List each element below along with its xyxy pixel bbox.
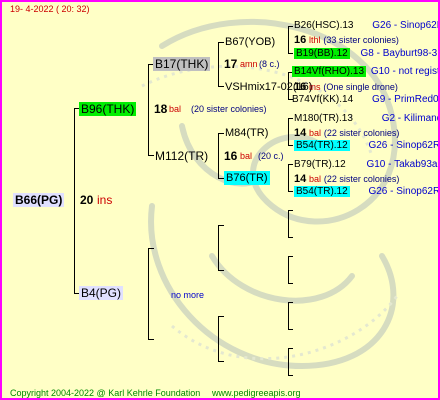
connector-line: [148, 155, 154, 156]
gen4-line-code: bal: [309, 174, 322, 184]
connector-line: [288, 375, 293, 376]
gen4-info: G26 - Sinop62R: [368, 186, 440, 197]
footer-copyright: Copyright 2004-2022 @ Karl Kehrle Founda…: [10, 388, 201, 398]
root-year-number: 20: [80, 193, 94, 207]
gen4-info: G26 - Sinop62R: [372, 20, 440, 31]
connector-line: [288, 118, 293, 119]
sire-sister-note: (20 sister colonies): [191, 104, 267, 114]
connector-line: [218, 133, 219, 179]
report-date: 19- 4-2022 ( 20: 32): [10, 4, 90, 14]
gen4-info: G2 - KilimandQ: [381, 113, 438, 124]
gen4-line-code: ins: [309, 82, 321, 92]
connector-line: [288, 210, 293, 211]
connector-line: [288, 302, 289, 330]
gen4-row-4: B14Vf(RHO).13 G10 - not registe: [292, 65, 440, 79]
gen4-row-10: B79(TR).12 G10 - Takab93aR: [294, 158, 440, 172]
connector-line: [218, 316, 224, 317]
gen3-name-1[interactable]: B67(YOB): [225, 35, 275, 49]
connector-line: [288, 329, 293, 330]
gen4-line-code: bal: [309, 128, 322, 138]
connector-line: [288, 164, 293, 165]
connector-line: [288, 348, 293, 349]
dam-no-more-note: no more: [171, 290, 205, 300]
connector-line: [218, 270, 224, 271]
dam-queen-name[interactable]: B4(PG): [79, 286, 124, 300]
connector-line: [288, 302, 293, 303]
connector-line: [148, 339, 154, 340]
gen4-row-2: 16 lthl (33 sister colonies): [294, 33, 399, 48]
footer-website-link[interactable]: www.pedigreeapis.org: [212, 387, 301, 398]
connector-line: [288, 237, 293, 238]
gen2-dam-note: (20 c.): [258, 151, 284, 161]
pedigree-page: 19- 4-2022 ( 20: 32) B66(PG) 20 ins B96(…: [0, 0, 440, 400]
gen4-row-12: B54(TR).12 G26 - Sinop62R: [294, 185, 440, 199]
connector-line: [288, 26, 289, 54]
gen4-info: G8 - Bayburt98-3: [360, 48, 438, 59]
sire-line-code: bal: [169, 104, 182, 114]
gen4-name[interactable]: B79(TR).12: [294, 159, 346, 170]
sire-year-number: 18: [154, 102, 168, 116]
gen4-note: (22 sister colonies): [323, 174, 400, 184]
gen2-sire-name[interactable]: B17(THK): [153, 57, 211, 71]
gen4-name[interactable]: B74Vf(KK).14: [292, 94, 353, 105]
connector-line: [218, 86, 224, 87]
connector-line: [218, 316, 219, 362]
connector-line: [218, 225, 224, 226]
gen4-row-7: M180(TR).13 G2 - KilimandQ: [294, 112, 438, 126]
connector-line: [148, 248, 154, 249]
gen4-info: G10 - not registe: [370, 66, 440, 77]
connector-line: [218, 225, 219, 271]
gen4-row-1: B26(HSC).13 G26 - Sinop62R: [294, 19, 440, 33]
connector-line: [288, 256, 293, 257]
connector-line: [148, 64, 149, 156]
connector-line: [288, 348, 289, 376]
gen4-row-3: B19(BB).12 G8 - Bayburt98-3: [294, 47, 437, 61]
gen4-row-9: B54(TR).12 G26 - Sinop62R: [294, 139, 440, 153]
connector-line: [218, 361, 224, 362]
connector-line: [148, 248, 149, 340]
gen2-dam-number: 16: [224, 149, 238, 163]
gen2-dam-name[interactable]: M112(TR): [155, 149, 208, 163]
connector-line: [288, 283, 293, 284]
gen4-name[interactable]: M180(TR).13: [294, 113, 353, 124]
gen4-note: (22 sister colonies): [323, 128, 400, 138]
gen4-number: 14: [294, 173, 307, 185]
connector-line: [288, 118, 289, 146]
gen4-number: 14: [294, 127, 307, 139]
gen4-number: 16: [294, 34, 307, 46]
root-line-code: ins: [97, 193, 113, 207]
gen2-dam-line-code: bal: [240, 151, 253, 161]
gen4-name[interactable]: B19(BB).12: [294, 48, 350, 59]
connector-line: [288, 53, 293, 54]
connector-line: [288, 145, 293, 146]
root-queen-name[interactable]: B66(PG): [13, 193, 65, 207]
gen4-name[interactable]: B14Vf(RHO).13: [292, 66, 367, 77]
gen2-sire-note: (8 c.): [259, 59, 280, 69]
gen4-name[interactable]: B26(HSC).13: [294, 20, 353, 31]
gen3-name-4[interactable]: B76(TR): [224, 171, 270, 185]
sire-queen-name[interactable]: B96(THK): [79, 102, 137, 116]
gen2-sire-number: 17: [224, 57, 238, 71]
connector-line: [288, 256, 289, 284]
gen4-row-6: B74Vf(KK).14 G9 - PrimRed01: [292, 93, 440, 107]
connector-line: [288, 210, 289, 238]
connector-line: [74, 108, 75, 294]
gen4-info: G9 - PrimRed01: [371, 94, 440, 105]
gen4-line-code: lthl: [309, 35, 321, 45]
gen4-name[interactable]: B54(TR).12: [294, 140, 350, 151]
connector-line: [218, 42, 224, 43]
gen3-name-3[interactable]: M84(TR): [225, 126, 268, 140]
gen2-sire-line-code: amn: [240, 59, 258, 69]
gen4-number: 16: [294, 81, 307, 93]
connector-line: [288, 164, 289, 192]
connector-line: [288, 191, 293, 192]
connector-line: [218, 133, 224, 134]
gen4-note: (One single drone): [323, 82, 398, 92]
gen4-info: G26 - Sinop62R: [368, 140, 440, 151]
gen4-name[interactable]: B54(TR).12: [294, 186, 350, 197]
gen4-note: (33 sister colonies): [323, 35, 399, 45]
connector-line: [288, 26, 293, 27]
connector-line: [218, 42, 219, 87]
gen4-info: G10 - Takab93aR: [366, 159, 440, 170]
